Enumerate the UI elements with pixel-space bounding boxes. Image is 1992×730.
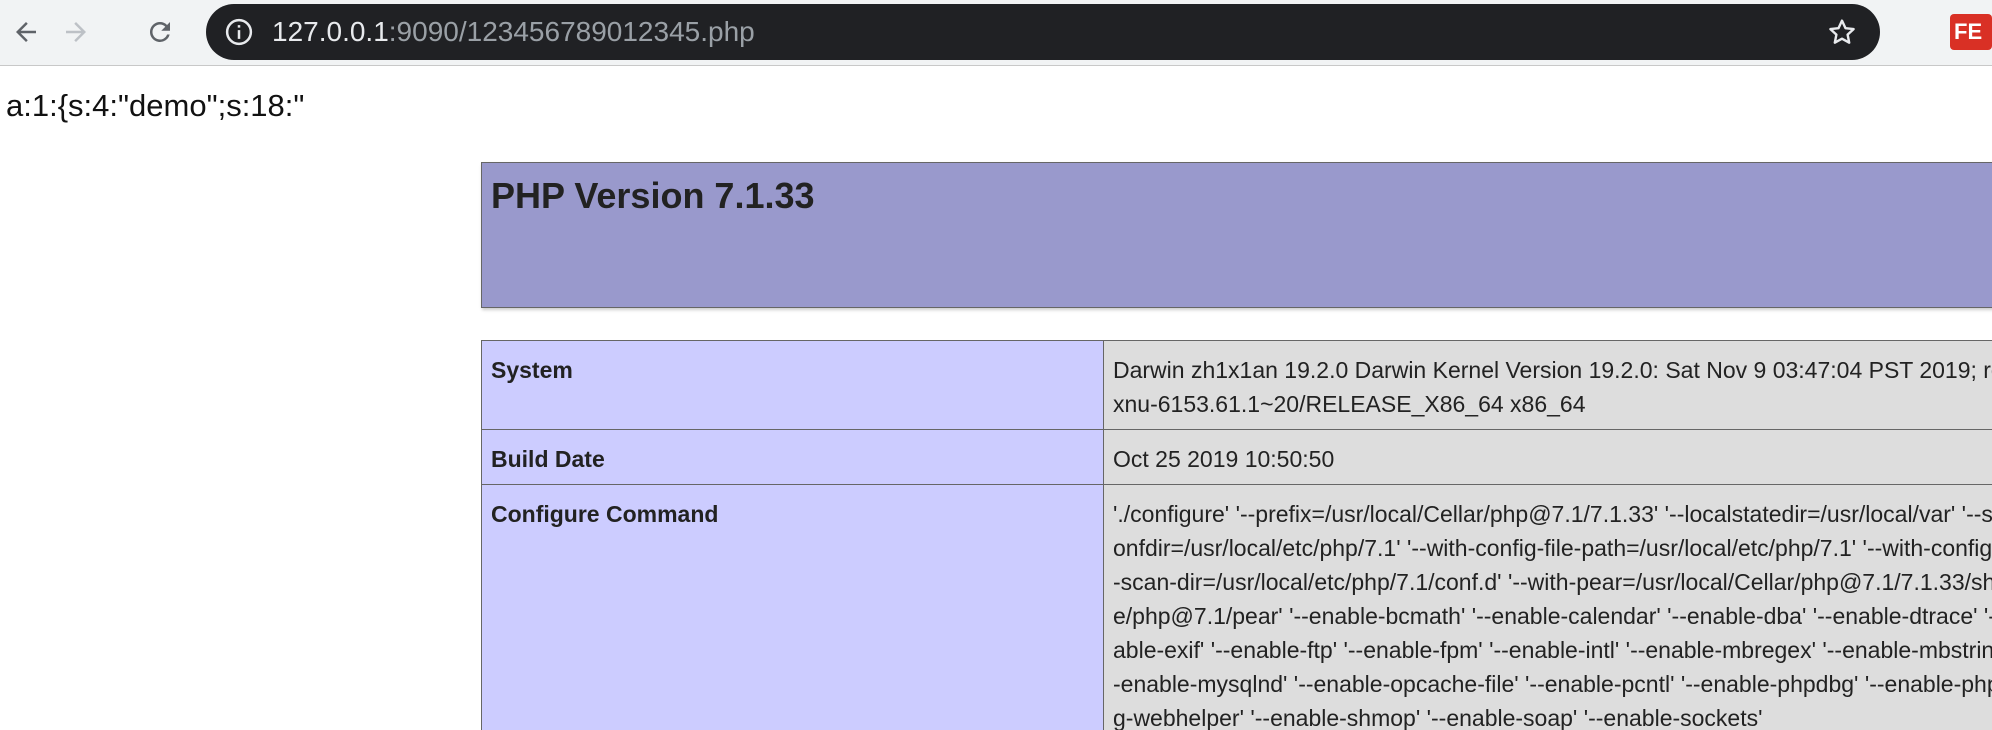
row-value: Oct 25 2019 10:50:50 — [1103, 429, 1992, 485]
table-row: Configure Command './configure' '--prefix… — [481, 484, 1992, 730]
row-value: './configure' '--prefix=/usr/local/Cella… — [1103, 484, 1992, 730]
browser-toolbar: 127.0.0.1:9090/123456789012345.php FE — [0, 0, 1992, 66]
row-value: Darwin zh1x1an 19.2.0 Darwin Kernel Vers… — [1103, 340, 1992, 430]
table-row: Build Date Oct 25 2019 10:50:50 — [481, 429, 1992, 485]
phpinfo-header: PHP Version 7.1.33 — [481, 162, 1992, 308]
url-text[interactable]: 127.0.0.1:9090/123456789012345.php — [272, 16, 755, 48]
page-content: a:1:{s:4:"demo";s:18:" PHP Version 7.1.3… — [0, 66, 1992, 730]
address-bar[interactable]: 127.0.0.1:9090/123456789012345.php — [206, 4, 1880, 60]
url-host: 127.0.0.1 — [272, 16, 389, 47]
phpinfo-table: System Darwin zh1x1an 19.2.0 Darwin Kerne… — [481, 340, 1992, 730]
page-title: PHP Version 7.1.33 — [491, 175, 815, 216]
row-key: Configure Command — [481, 484, 1104, 730]
reload-button[interactable] — [138, 10, 182, 54]
arrow-right-icon — [66, 22, 86, 42]
table-row: System Darwin zh1x1an 19.2.0 Darwin Kerne… — [481, 340, 1992, 430]
serialized-output: a:1:{s:4:"demo";s:18:" — [6, 88, 305, 123]
reload-icon — [149, 21, 170, 42]
back-button[interactable] — [4, 10, 48, 54]
url-path: :9090/123456789012345.php — [388, 16, 755, 47]
info-icon[interactable] — [224, 17, 254, 47]
arrow-left-icon — [16, 22, 36, 42]
extension-icon[interactable]: FE — [1950, 14, 1992, 50]
forward-button[interactable] — [54, 10, 98, 54]
row-key: System — [481, 340, 1104, 430]
star-icon[interactable] — [1826, 16, 1858, 48]
row-key: Build Date — [481, 429, 1104, 485]
